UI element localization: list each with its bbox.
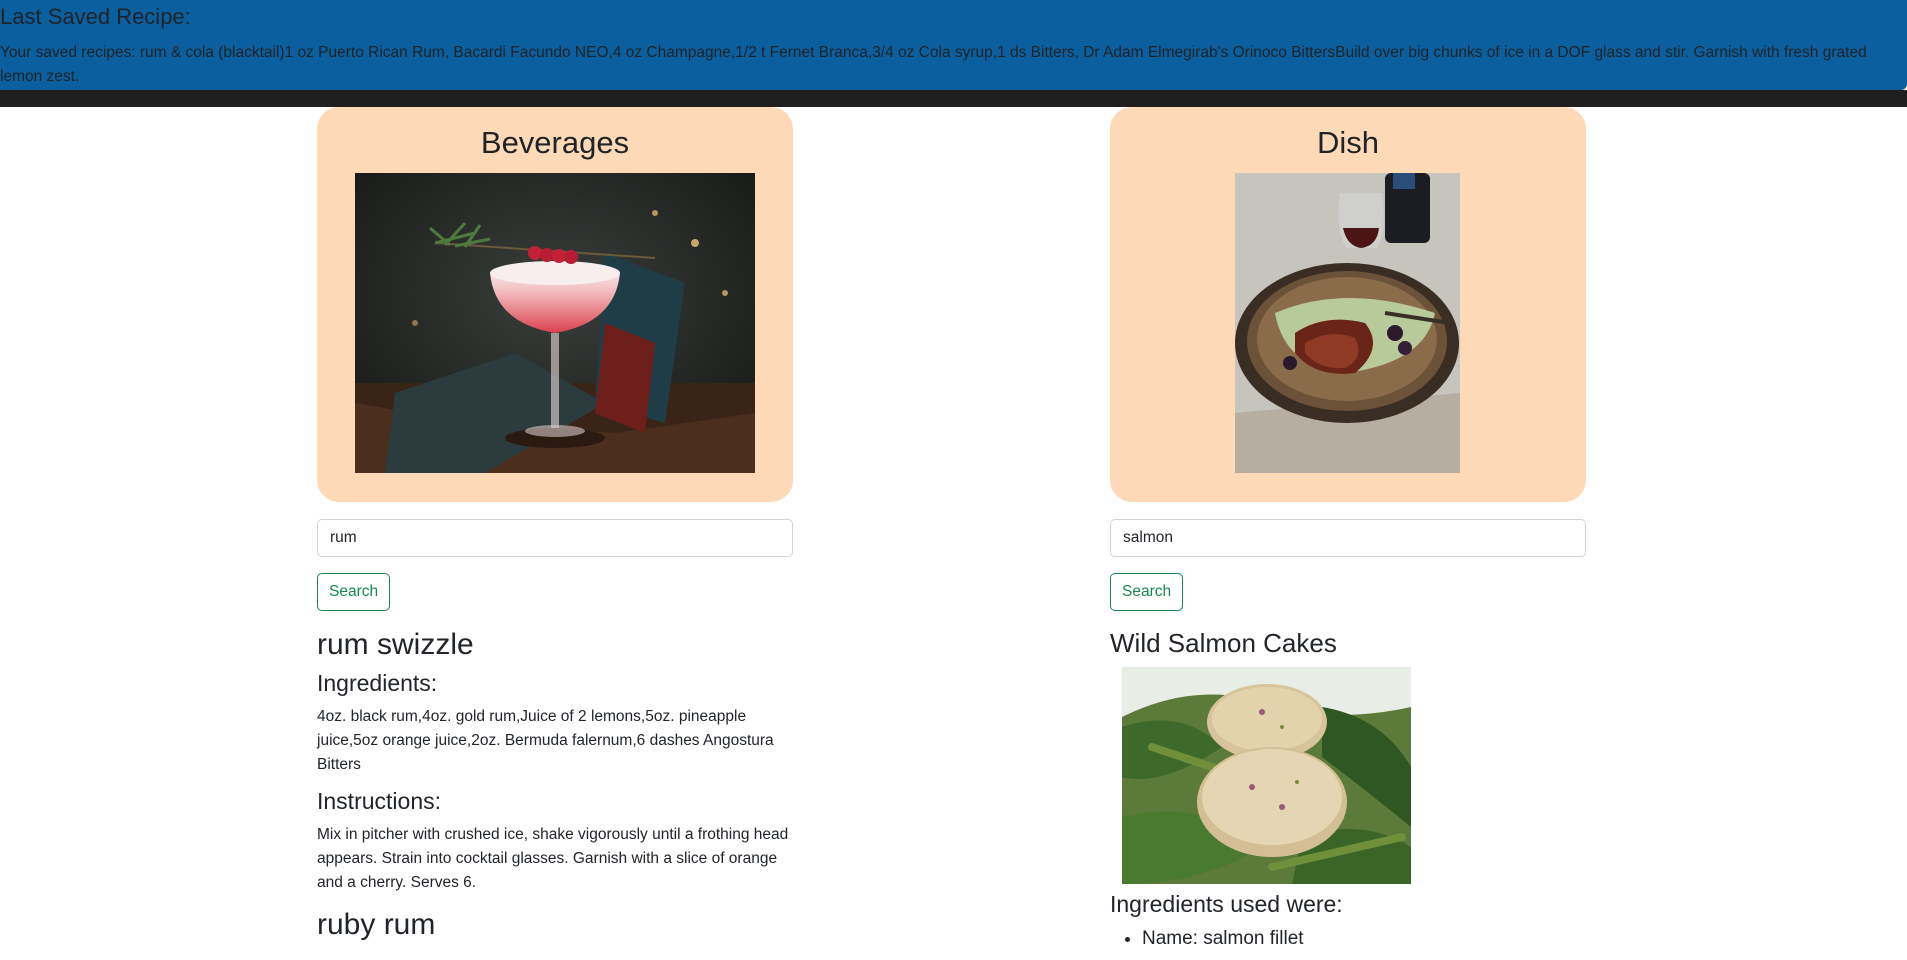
beverage-result: rum swizzle Ingredients: 4oz. black rum,… <box>317 627 793 949</box>
beverage-next-result-name: ruby rum <box>317 908 436 941</box>
dish-search-input[interactable] <box>1110 519 1586 557</box>
dish-title: Dish <box>1316 125 1379 160</box>
beverage-ingredients-heading: Ingredients: <box>317 670 438 696</box>
dish-photo <box>1235 173 1460 473</box>
last-saved-recipe-banner: Last Saved Recipe: Your saved recipes: r… <box>0 0 1907 90</box>
divider-bar <box>0 90 1907 107</box>
beverage-ingredients-text: 4oz. black rum,4oz. gold rum,Juice of 2 … <box>317 708 774 773</box>
beverages-title: Beverages <box>480 125 630 160</box>
beverage-instructions-text: Mix in pitcher with crushed ice, shake v… <box>317 826 789 891</box>
beverages-column: Beverages rum Search rum swizzle Ingredi… <box>317 107 793 941</box>
beverages-card: Beverages <box>317 107 793 502</box>
banner-saved-recipes-text: Your saved recipes: rum & cola (blacktai… <box>0 44 1867 85</box>
dish-ingredient-item: Name: salmon fillet <box>1142 926 1586 952</box>
dish-result-name: Wild Salmon Cakes <box>1110 628 1337 658</box>
dish-ingredients-heading: Ingredients used were: <box>1110 891 1343 917</box>
dish-ingredients-list: Name: salmon fillet <box>1110 926 1586 952</box>
cocktail-photo <box>355 173 755 473</box>
beverage-search-button[interactable]: Search <box>317 573 391 611</box>
salmon-cakes-photo <box>1122 667 1411 884</box>
dish-result: Wild Salmon Cakes Ingredients used were:… <box>1110 627 1586 952</box>
dish-card: Dish <box>1110 107 1586 502</box>
banner-title: Last Saved Recipe: <box>0 4 191 29</box>
dish-column: Dish Search <box>1110 107 1586 949</box>
beverage-result-name: rum swizzle <box>317 628 474 661</box>
beverage-search-input[interactable] <box>317 519 793 557</box>
beverage-instructions-heading: Instructions: <box>317 788 441 814</box>
dish-search-button[interactable]: Search <box>1110 573 1184 611</box>
